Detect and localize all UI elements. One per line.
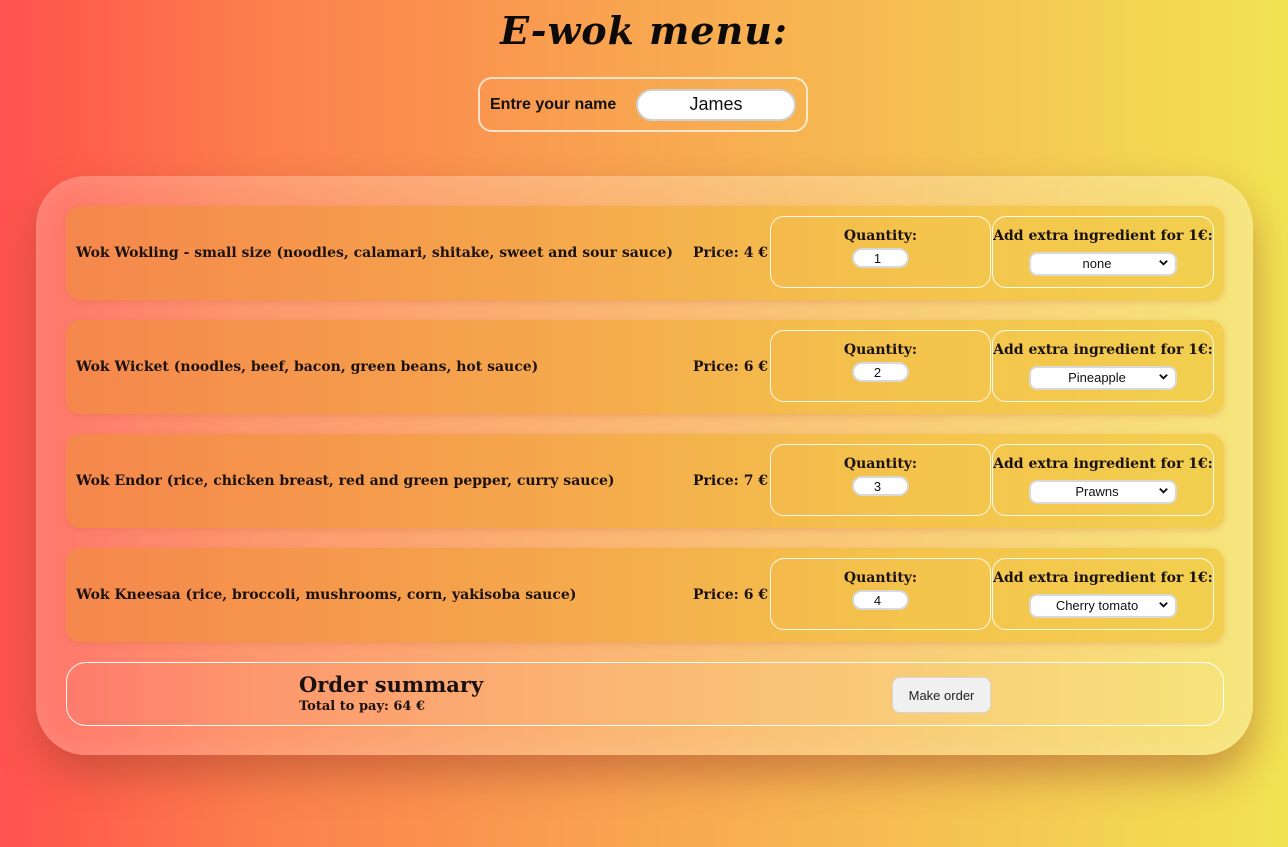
menu-item-description: Wok Wicket (noodles, beef, bacon, green … <box>76 359 539 375</box>
quantity-label: Quantity: <box>843 456 918 472</box>
quantity-label: Quantity: <box>843 570 918 586</box>
menu-item-price: Price: 4 € <box>693 245 769 261</box>
menu-item: Wok Endor (rice, chicken breast, red and… <box>66 434 1224 528</box>
menu-item-price: Price: 6 € <box>693 587 769 603</box>
chevron-down-icon <box>1159 488 1168 494</box>
extra-ingredient-value: none <box>1082 256 1112 271</box>
quantity-box: Quantity: <box>770 558 991 630</box>
order-summary: Order summary Total to pay: 64 € Make or… <box>66 662 1224 726</box>
extra-ingredient-select[interactable]: Pineapple <box>1029 366 1177 390</box>
menu-item: Wok Kneesaa (rice, broccoli, mushrooms, … <box>66 548 1224 642</box>
extra-ingredient-box: Add extra ingredient for 1€: Cherry toma… <box>992 558 1214 630</box>
quantity-label: Quantity: <box>843 228 918 244</box>
extra-ingredient-value: Prawns <box>1075 484 1119 499</box>
quantity-label: Quantity: <box>843 342 918 358</box>
quantity-input[interactable] <box>852 362 909 382</box>
quantity-box: Quantity: <box>770 330 991 402</box>
menu-item: Wok Wicket (noodles, beef, bacon, green … <box>66 320 1224 414</box>
make-order-button[interactable]: Make order <box>892 677 991 713</box>
name-input[interactable] <box>636 88 796 121</box>
menu-item-description: Wok Wokling - small size (noodles, calam… <box>76 245 674 261</box>
extra-ingredient-value: Pineapple <box>1068 370 1126 385</box>
extra-ingredient-box: Add extra ingredient for 1€: none <box>992 216 1214 288</box>
total-to-pay: Total to pay: 64 € <box>299 699 426 714</box>
extra-ingredient-select[interactable]: Prawns <box>1029 480 1177 504</box>
extra-ingredient-label: Add extra ingredient for 1€: <box>993 570 1213 586</box>
menu-item-price: Price: 6 € <box>693 359 769 375</box>
extra-ingredient-select[interactable]: none <box>1029 252 1177 276</box>
extra-ingredient-select[interactable]: Cherry tomato <box>1029 594 1177 618</box>
extra-ingredient-box: Add extra ingredient for 1€: Prawns <box>992 444 1214 516</box>
name-label: Entre your name <box>490 95 617 113</box>
extra-ingredient-value: Cherry tomato <box>1055 598 1139 613</box>
quantity-box: Quantity: <box>770 444 991 516</box>
extra-ingredient-label: Add extra ingredient for 1€: <box>993 342 1213 358</box>
quantity-input[interactable] <box>852 590 909 610</box>
extra-ingredient-label: Add extra ingredient for 1€: <box>993 228 1213 244</box>
quantity-box: Quantity: <box>770 216 991 288</box>
chevron-down-icon <box>1159 260 1168 266</box>
quantity-input[interactable] <box>852 476 909 496</box>
extra-ingredient-box: Add extra ingredient for 1€: Pineapple <box>992 330 1214 402</box>
menu-item: Wok Wokling - small size (noodles, calam… <box>66 206 1224 300</box>
menu-item-price: Price: 7 € <box>693 473 769 489</box>
extra-ingredient-label: Add extra ingredient for 1€: <box>993 456 1213 472</box>
name-form: Entre your name <box>478 77 808 132</box>
chevron-down-icon <box>1159 374 1168 380</box>
quantity-input[interactable] <box>852 248 909 268</box>
page-title: E-wok menu: <box>500 8 788 53</box>
menu-item-description: Wok Endor (rice, chicken breast, red and… <box>76 473 615 489</box>
order-summary-title: Order summary <box>299 672 484 697</box>
chevron-down-icon <box>1159 602 1168 608</box>
menu-item-description: Wok Kneesaa (rice, broccoli, mushrooms, … <box>76 587 577 603</box>
